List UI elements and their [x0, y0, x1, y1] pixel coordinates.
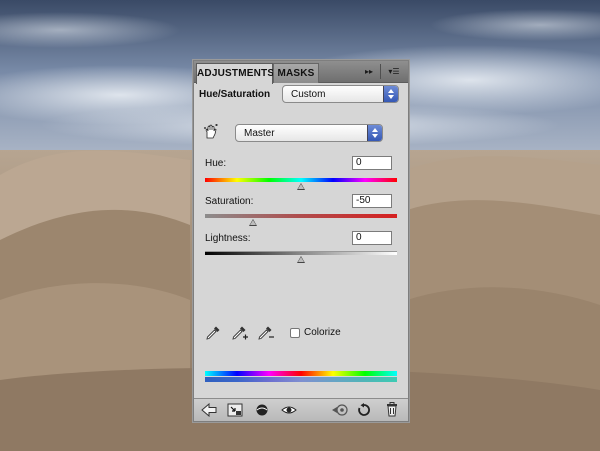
tab-masks[interactable]: MASKS [273, 63, 319, 83]
preset-select[interactable]: Custom [282, 85, 399, 103]
lightness-slider-thumb[interactable] [297, 256, 305, 263]
hand-target-icon[interactable] [203, 124, 219, 145]
hue-input[interactable]: 0 [352, 156, 392, 170]
eye-icon[interactable] [281, 403, 297, 422]
lightness-label: Lightness: [205, 233, 251, 244]
visibility-toggle-icon[interactable] [255, 403, 269, 422]
channel-select-arrow-icon [367, 125, 382, 141]
eyedropper-minus-icon[interactable] [257, 325, 275, 346]
adjustment-title: Hue/Saturation [199, 89, 271, 100]
preset-select-value: Custom [291, 89, 326, 100]
hue-slider-thumb[interactable] [297, 183, 305, 190]
saturation-label: Saturation: [205, 196, 254, 207]
panel-menu-button[interactable]: ▾☰ [384, 65, 404, 78]
channel-select-value: Master [244, 128, 275, 139]
reset-icon[interactable] [357, 403, 371, 422]
preset-select-arrow-icon [383, 86, 398, 102]
colorize-checkbox[interactable] [290, 328, 300, 338]
tab-bar-divider [380, 64, 381, 79]
adjustments-panel: ADJUSTMENTS MASKS ▸▸ ▾☰ Hue/Saturation C… [193, 60, 409, 422]
panel-tab-bar: ADJUSTMENTS MASKS ▸▸ ▾☰ [194, 61, 408, 84]
collapse-panel-button[interactable]: ▸▸ [362, 65, 376, 78]
saturation-slider-thumb[interactable] [249, 219, 257, 226]
previous-state-icon[interactable] [331, 403, 349, 422]
tab-adjustments[interactable]: ADJUSTMENTS [196, 63, 274, 84]
hue-label: Hue: [205, 158, 227, 169]
input-spectrum-bar [205, 371, 397, 376]
saturation-input[interactable]: -50 [352, 194, 392, 208]
hue-slider-track[interactable] [205, 178, 397, 182]
lightness-input[interactable]: 0 [352, 231, 392, 245]
channel-select[interactable]: Master [235, 124, 383, 142]
eyedropper-plus-icon[interactable] [231, 325, 249, 346]
colorize-label: Colorize [304, 327, 341, 338]
lightness-slider-track[interactable] [205, 251, 397, 255]
panel-bottom-toolbar [194, 398, 408, 421]
return-arrow-icon[interactable] [201, 402, 217, 422]
eyedropper-icon[interactable] [205, 325, 221, 346]
clip-to-layer-icon[interactable] [227, 403, 243, 422]
trash-icon[interactable] [386, 402, 398, 422]
output-spectrum-bar [205, 377, 397, 382]
saturation-slider-track[interactable] [205, 214, 397, 218]
